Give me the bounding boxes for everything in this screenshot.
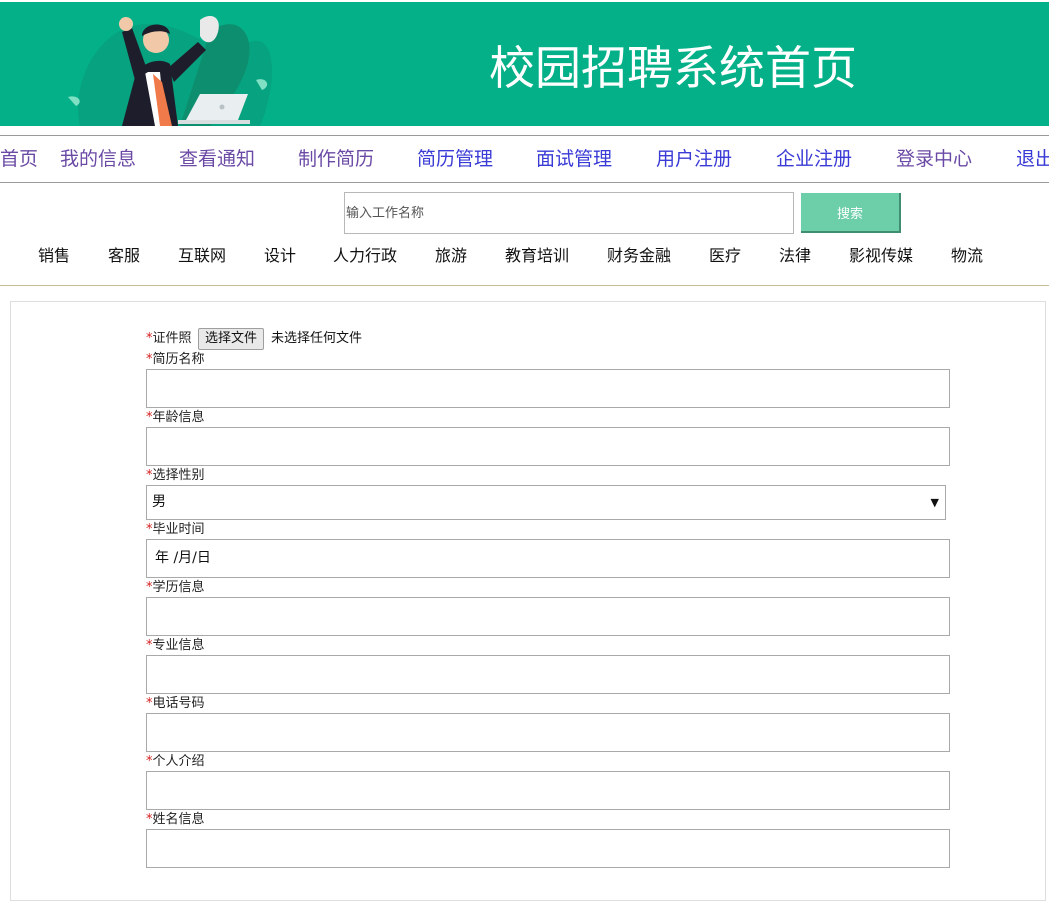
category-bar: 销售 客服 互联网 设计 人力行政 旅游 教育培训 财务金融 医疗 法律 影视传… [0,236,1049,286]
category-internet[interactable]: 互联网 [178,236,226,276]
date-placeholder: 年 /月/日 [155,550,211,566]
phone-input[interactable] [146,713,950,752]
header-banner: 校园招聘系统首页 [0,2,1049,126]
category-design[interactable]: 设计 [264,236,296,276]
nav-create-resume-link[interactable]: 制作简历 [298,136,374,182]
file-status-text: 未选择任何文件 [271,331,363,346]
businessman-illustration [68,16,272,126]
resume-name-input[interactable] [146,369,950,408]
category-travel[interactable]: 旅游 [435,236,467,276]
job-search-input[interactable] [344,192,794,234]
gender-select[interactable]: 男 ▼ [146,485,946,520]
search-button[interactable]: 搜索 [801,193,901,233]
nav-notifications-link[interactable]: 查看通知 [179,136,255,182]
age-input[interactable] [146,427,950,466]
name-input[interactable] [146,829,950,868]
resume-name-label: *简历名称 [146,352,205,367]
nav-company-register-link[interactable]: 企业注册 [776,136,852,182]
page-title: 校园招聘系统首页 [489,41,857,95]
caret-down-icon: ▼ [930,496,939,509]
major-label: *专业信息 [146,638,205,653]
nav-login-center-link[interactable]: 登录中心 [896,136,972,182]
choose-file-button[interactable]: 选择文件 [198,328,265,350]
nav-resume-management-link[interactable]: 简历管理 [417,136,493,182]
education-label: *学历信息 [146,580,205,595]
graduation-date-input[interactable]: 年 /月/日 [146,539,950,578]
gender-selected-value: 男 [152,494,166,510]
category-hr-admin[interactable]: 人力行政 [333,236,397,276]
nav-interview-management-link[interactable]: 面试管理 [536,136,612,182]
phone-label: *电话号码 [146,696,205,711]
photo-label: *证件照 [146,331,192,346]
category-medical[interactable]: 医疗 [709,236,741,276]
category-customer-service[interactable]: 客服 [108,236,140,276]
age-label: *年龄信息 [146,410,205,425]
category-education[interactable]: 教育培训 [505,236,569,276]
intro-label: *个人介绍 [146,754,205,769]
main-nav: 首页 我的信息 查看通知 制作简历 简历管理 面试管理 用户注册 企业注册 登录… [0,135,1049,183]
gender-label: *选择性别 [146,468,205,483]
category-sales[interactable]: 销售 [38,236,70,276]
category-media[interactable]: 影视传媒 [849,236,913,276]
nav-logout-link[interactable]: 退出 [1016,136,1049,182]
intro-input[interactable] [146,771,950,810]
nav-my-info-link[interactable]: 我的信息 [60,136,136,182]
nav-home-link[interactable]: 首页 [0,136,38,182]
name-label: *姓名信息 [146,812,205,827]
category-logistics[interactable]: 物流 [951,236,983,276]
graduation-label: *毕业时间 [146,522,205,537]
education-input[interactable] [146,597,950,636]
category-finance[interactable]: 财务金融 [607,236,671,276]
major-input[interactable] [146,655,950,694]
category-law[interactable]: 法律 [779,236,811,276]
nav-user-register-link[interactable]: 用户注册 [656,136,732,182]
